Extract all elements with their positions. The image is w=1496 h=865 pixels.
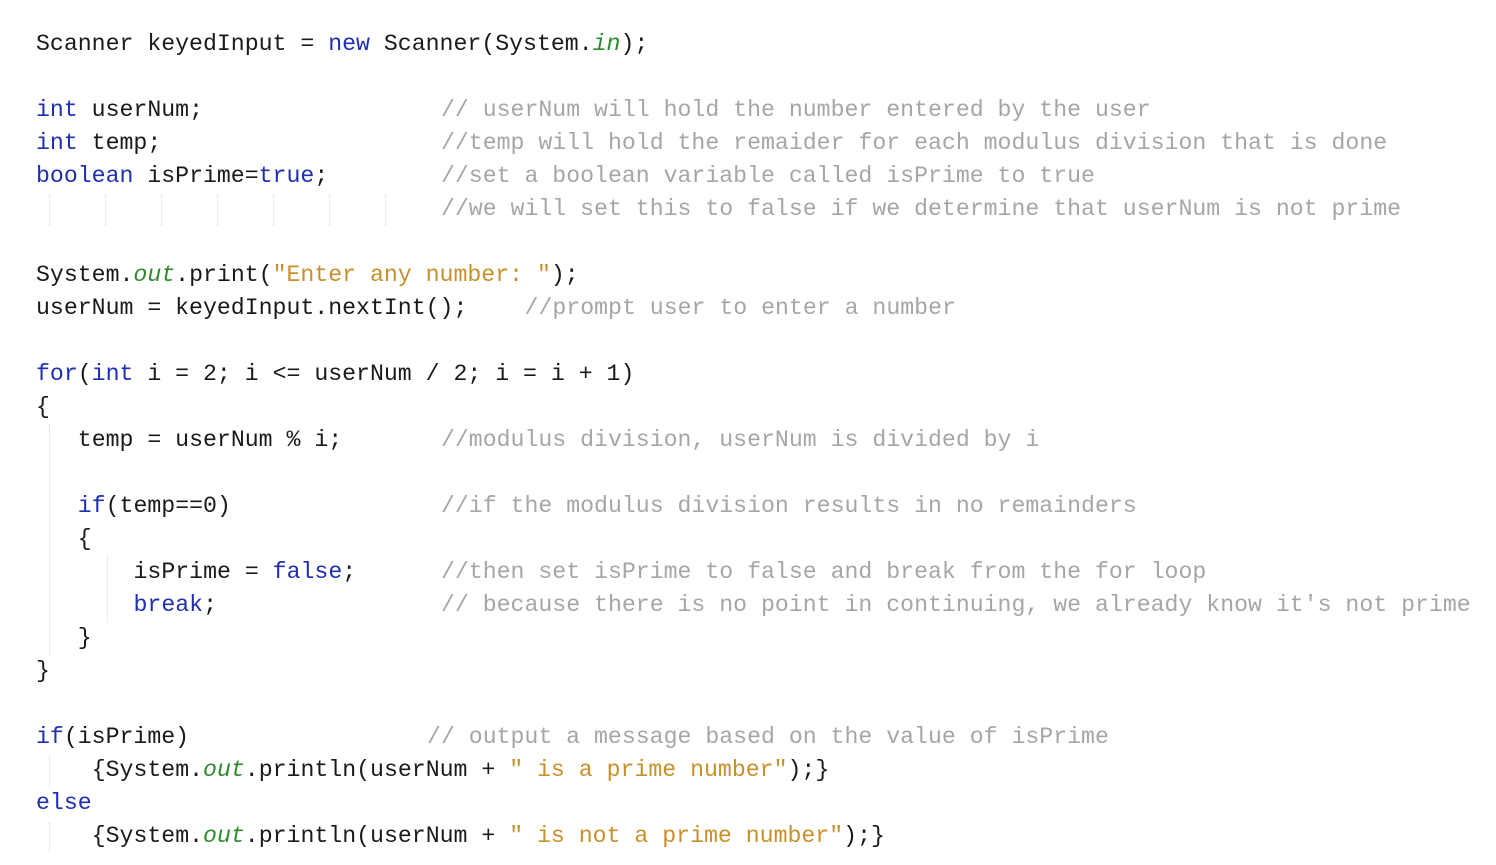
code-text: ; (342, 559, 357, 585)
code-statement: { (36, 391, 50, 424)
keyword-token: else (36, 790, 92, 816)
code-text: Scanner(System. (369, 31, 593, 57)
code-text: ); (620, 31, 649, 57)
code-text: Scanner keyedInput = (36, 31, 329, 57)
code-statement: isPrime = false; (134, 556, 357, 589)
code-comment: //then set isPrime to false and break fr… (440, 559, 1207, 585)
keyword-token: if (77, 493, 106, 519)
code-text: .println(userNum + (244, 823, 510, 849)
code-text: } (77, 625, 92, 651)
code-text: );} (843, 823, 885, 849)
code-statement: for(int i = 2; i <= userNum / 2; i = i +… (36, 358, 634, 391)
field-token: out (203, 757, 245, 783)
code-statement: {System.out.println(userNum + " is a pri… (92, 754, 830, 787)
field-token: in (592, 31, 621, 57)
code-statement: {System.out.println(userNum + " is not a… (92, 820, 885, 853)
keyword-token: false (272, 559, 343, 585)
code-text: userNum = keyedInput.nextInt(); (36, 295, 468, 321)
code-statement: } (36, 655, 50, 688)
code-comment: //modulus division, userNum is divided b… (440, 427, 1040, 453)
code-statement: int temp; (36, 127, 161, 160)
keyword-token: int (36, 97, 78, 123)
code-statement: else (36, 787, 92, 820)
code-statement: boolean isPrime=true; (36, 160, 328, 193)
code-statement: { (78, 523, 92, 556)
code-text: } (36, 658, 50, 684)
field-token: out (133, 262, 176, 288)
keyword-token: boolean (36, 163, 134, 189)
code-text: ; (314, 163, 329, 189)
code-text: {System. (91, 823, 204, 849)
indent-guide-line (49, 424, 50, 656)
indent-guide-line (329, 195, 330, 225)
code-text: .print( (175, 262, 273, 288)
keyword-token: break (133, 592, 204, 618)
code-statement: temp = userNum % i; (78, 424, 342, 457)
code-comment: // userNum will hold the number entered … (440, 97, 1151, 123)
indent-guide-line (107, 556, 108, 622)
code-comment: // because there is no point in continui… (440, 592, 1471, 618)
code-comment: //prompt user to enter a number (524, 295, 956, 321)
code-statement: if(temp==0) (78, 490, 231, 523)
code-text: { (77, 526, 92, 552)
code-comment: //if the modulus division results in no … (440, 493, 1137, 519)
code-text: (isPrime) (63, 724, 190, 750)
code-comment: //set a boolean variable called isPrime … (440, 163, 1095, 189)
indent-guide-line (217, 195, 218, 225)
keyword-token: true (258, 163, 315, 189)
code-statement: System.out.print("Enter any number: "); (36, 259, 579, 292)
code-text: (temp==0) (105, 493, 231, 519)
indent-guide-line (49, 822, 50, 852)
keyword-token: int (91, 361, 134, 387)
code-text: temp = userNum % i; (77, 427, 343, 453)
indent-guide-line (385, 195, 386, 225)
code-statement: int userNum; (36, 94, 203, 127)
keyword-token: int (36, 130, 78, 156)
code-text: i = 2; i <= userNum / 2; i = i + 1) (133, 361, 635, 387)
keyword-token: for (36, 361, 78, 387)
code-text: userNum; (77, 97, 203, 123)
indent-guide-line (49, 195, 50, 225)
code-comment: //temp will hold the remaider for each m… (440, 130, 1388, 156)
indent-guide-line (161, 195, 162, 225)
code-text: isPrime = (133, 559, 273, 585)
string-literal: " is a prime number" (509, 757, 788, 783)
indent-guide-line (49, 756, 50, 786)
code-comment: //we will set this to false if we determ… (440, 196, 1402, 222)
code-text: ); (550, 262, 579, 288)
indent-guide-line (105, 195, 106, 225)
code-text: ; (203, 592, 217, 618)
string-literal: " is not a prime number" (509, 823, 844, 849)
string-literal: "Enter any number: " (272, 262, 551, 288)
code-text: { (36, 394, 50, 420)
keyword-token: new (328, 31, 370, 57)
code-text: {System. (91, 757, 204, 783)
field-token: out (203, 823, 245, 849)
code-statement: Scanner keyedInput = new Scanner(System.… (36, 28, 648, 61)
code-text: isPrime= (133, 163, 259, 189)
code-text: System. (36, 262, 134, 288)
indent-guide-line (273, 195, 274, 225)
code-statement: } (78, 622, 92, 655)
code-statement: userNum = keyedInput.nextInt(); (36, 292, 467, 325)
code-text: );} (787, 757, 830, 783)
code-text: ( (77, 361, 92, 387)
code-statement: break; (134, 589, 218, 622)
code-text: temp; (77, 130, 162, 156)
keyword-token: if (36, 724, 64, 750)
code-text: .println(userNum + (244, 757, 510, 783)
code-statement: if(isPrime) (36, 721, 189, 754)
code-comment: // output a message based on the value o… (427, 724, 1109, 750)
